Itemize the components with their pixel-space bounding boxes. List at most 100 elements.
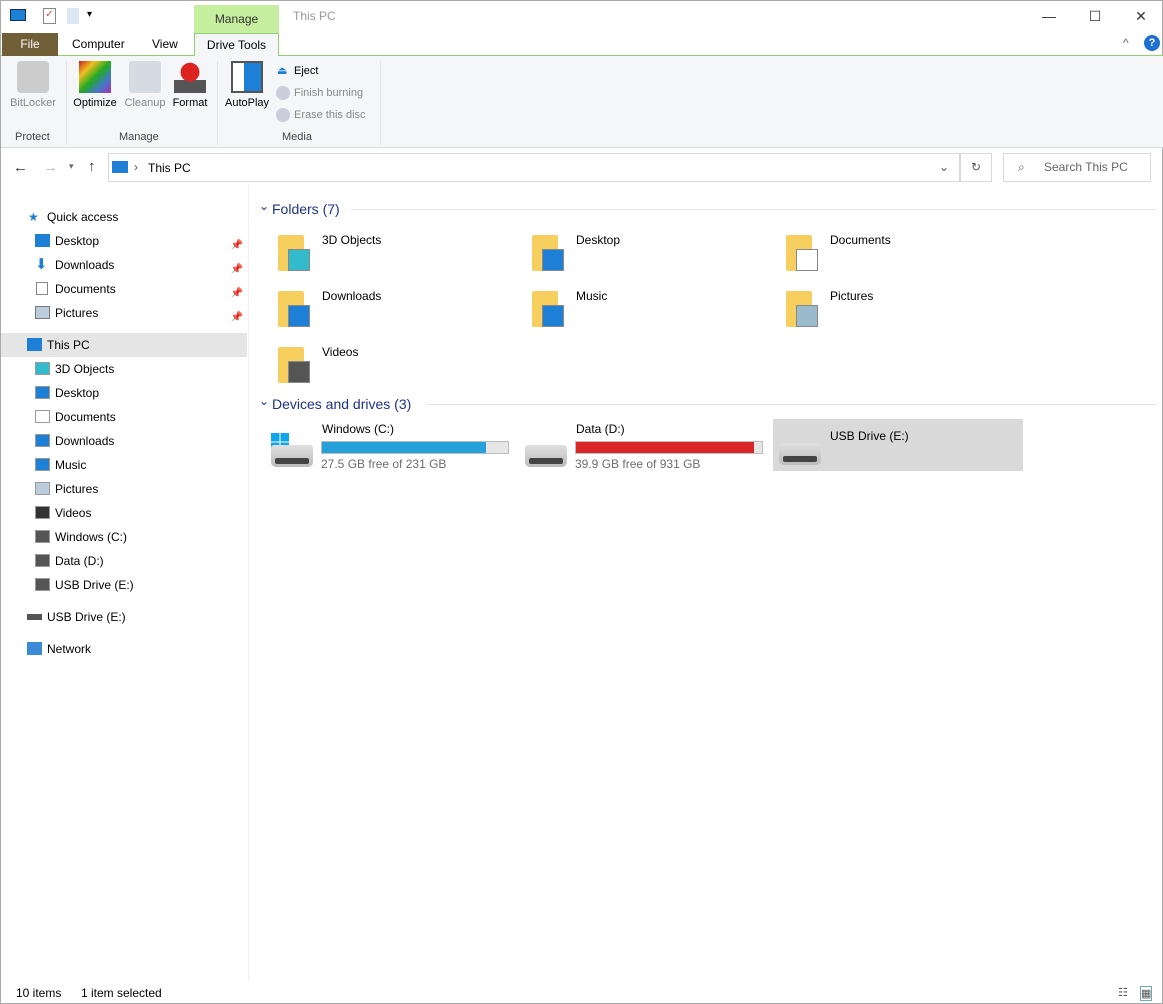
downloads-icon [35,434,50,447]
folder-pictures[interactable]: Pictures [784,283,1034,335]
drive-e-selected[interactable]: USB Drive (E:) [773,419,1023,471]
title-bar: ✓ ▾ Manage This PC — ☐ ✕ [1,1,1163,33]
forward-button[interactable]: → [43,159,58,176]
up-button[interactable]: ↑ [88,158,96,175]
collapse-drives-icon[interactable]: ⌄ [259,394,269,408]
cleanup-button[interactable]: Cleanup [121,61,169,109]
cleanup-icon [129,61,161,93]
pictures-icon [35,306,50,319]
nav-pc-3d-objects[interactable]: 3D Objects [1,357,247,381]
bitlocker-button[interactable]: BitLocker [7,61,59,109]
folder-icon [276,343,312,383]
nav-label: This PC [47,333,90,357]
customize-qat-icon[interactable]: ▾ [87,9,92,20]
optimize-button[interactable]: Optimize [71,61,119,109]
drive-icon [525,445,567,467]
eject-icon: ⏏ [277,64,287,77]
breadcrumb-this-pc[interactable]: This PC [148,161,191,175]
nav-pc-music[interactable]: Music [1,453,247,477]
folder-3d-objects[interactable]: 3D Objects [276,227,526,279]
bitlocker-label: BitLocker [10,97,56,109]
large-icons-view-button[interactable]: ▦ [1140,986,1152,1001]
nav-pc-data-d[interactable]: Data (D:) [1,549,247,573]
autoplay-label: AutoPlay [225,97,269,109]
collapse-ribbon-icon[interactable]: ^ [1123,36,1129,50]
nav-usb-drive[interactable]: USB Drive (E:) [1,605,247,629]
folder-name: Videos [322,345,358,359]
nav-quick-access[interactable]: ★Quick access [1,205,247,229]
usb-e-icon [35,578,50,591]
nav-quick-desktop[interactable]: Desktop📌 [1,229,247,253]
minimize-button[interactable]: — [1026,1,1072,31]
star-icon: ★ [28,205,43,218]
group-media: Media [282,131,312,143]
downloads-icon: ⬇ [35,253,50,266]
bitlocker-icon [17,61,49,93]
finish-burning-button[interactable]: Finish burning [294,87,363,99]
refresh-button[interactable]: ↻ [960,153,992,182]
address-dropdown-icon[interactable]: ⌄ [939,160,949,174]
pin-icon[interactable]: 📌 [231,306,243,330]
new-folder-icon[interactable] [67,8,79,24]
divider [66,61,67,145]
folder-icon [530,231,566,271]
folder-downloads[interactable]: Downloads [276,283,526,335]
nav-network[interactable]: Network [1,637,247,661]
erase-disc-button[interactable]: Erase this disc [294,109,366,121]
usb-drive-icon [27,614,42,620]
nav-quick-downloads[interactable]: ⬇Downloads📌 [1,253,247,277]
address-bar[interactable]: › This PC ⌄ [108,153,960,182]
nav-quick-pictures[interactable]: Pictures📌 [1,301,247,325]
autoplay-button[interactable]: AutoPlay [222,61,272,109]
nav-pc-desktop[interactable]: Desktop [1,381,247,405]
nav-pc-windows-c[interactable]: Windows (C:) [1,525,247,549]
chevron-right-icon[interactable]: › [134,160,138,174]
folder-desktop[interactable]: Desktop [530,227,780,279]
nav-pc-usb-e[interactable]: USB Drive (E:) [1,573,247,597]
desktop-icon [35,234,50,247]
drive-d[interactable]: Data (D:) 39.9 GB free of 931 GB [525,419,770,471]
nav-quick-documents[interactable]: Documents📌 [1,277,247,301]
music-icon [35,458,50,471]
network-icon [27,642,42,655]
folder-documents[interactable]: Documents [784,227,1034,279]
nav-pc-documents[interactable]: Documents [1,405,247,429]
folder-videos[interactable]: Videos [276,339,526,391]
nav-pc-pictures[interactable]: Pictures [1,477,247,501]
folder-music[interactable]: Music [530,283,780,335]
tab-drive-tools[interactable]: Drive Tools [194,33,279,57]
pictures-icon [35,482,50,495]
folder-name: Downloads [322,289,381,303]
drives-header[interactable]: Devices and drives (3) [272,396,411,412]
erase-disc-icon [276,108,290,122]
eject-button[interactable]: Eject [294,65,318,77]
drive-icon [779,443,821,465]
folder-name: Pictures [830,289,873,303]
help-icon[interactable]: ? [1144,35,1160,51]
maximize-button[interactable]: ☐ [1072,1,1118,31]
status-item-count: 10 items [16,986,61,1000]
tab-file[interactable]: File [2,33,58,56]
manage-context-tab[interactable]: Manage [194,5,279,33]
close-button[interactable]: ✕ [1118,1,1163,31]
search-input[interactable]: Search This PC [1003,153,1151,182]
folders-header[interactable]: Folders (7) [272,201,340,217]
nav-pc-videos[interactable]: Videos [1,501,247,525]
back-button[interactable]: ← [13,159,28,176]
collapse-folders-icon[interactable]: ⌄ [259,199,269,213]
nav-label: Desktop [55,229,99,253]
finish-burning-icon [276,86,290,100]
tab-computer[interactable]: Computer [59,33,138,56]
pictures-icon [796,305,818,327]
properties-icon[interactable]: ✓ [43,8,56,24]
recent-locations-button[interactable]: ▾ [69,161,74,172]
nav-this-pc[interactable]: This PC [1,333,247,357]
details-view-button[interactable]: ☷ [1118,986,1128,999]
computer-icon [27,338,42,351]
nav-pc-downloads[interactable]: Downloads [1,429,247,453]
drive-c[interactable]: Windows (C:) 27.5 GB free of 231 GB [271,419,516,471]
tab-view[interactable]: View [139,33,191,56]
format-button[interactable]: Format [169,61,211,109]
nav-label: Pictures [55,477,98,501]
nav-label: Music [55,453,86,477]
